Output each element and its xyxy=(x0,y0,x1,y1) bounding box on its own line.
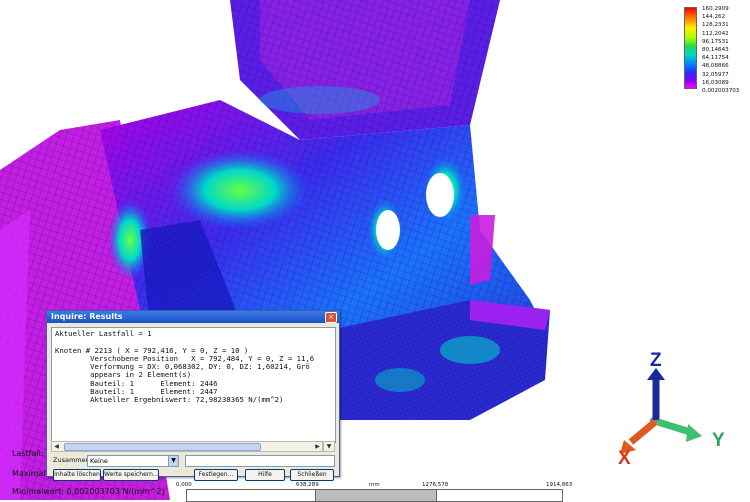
minimalwert-label: Minimalwert: 0,002003703 N/(mm^2) xyxy=(12,487,165,496)
scale-ruler-segment xyxy=(436,489,563,502)
scroll-left-icon[interactable]: ◀ xyxy=(52,442,61,451)
combine-select[interactable]: Keine ▼ xyxy=(87,455,179,467)
result-line: Aktueller Lastfall = 1 xyxy=(55,329,152,338)
scroll-right-icon[interactable]: ▶ xyxy=(313,442,322,451)
fix-button[interactable]: Festlegen... xyxy=(194,469,238,481)
scale-ruler-segment xyxy=(315,489,437,502)
close-icon[interactable]: × xyxy=(325,312,337,323)
x-axis-label: X xyxy=(618,448,631,469)
scale-ruler-segment xyxy=(186,489,316,502)
save-values-button[interactable]: Werte speichern... xyxy=(103,469,159,481)
legend-value: 16,03089 xyxy=(702,79,729,86)
close-button[interactable]: Schließen xyxy=(290,469,334,481)
dialog-title: Inquire: Results xyxy=(51,312,123,321)
ruler-tick: 1276,578 xyxy=(422,482,449,488)
legend-value: 48,08866 xyxy=(702,63,729,70)
result-line: Aktueller Ergebniswert: 72,98238365 N/(m… xyxy=(55,395,284,405)
scroll-down-icon[interactable]: ▼ xyxy=(323,441,335,452)
legend-values: 160,2909 144,262 128,2331 112,2042 96,17… xyxy=(702,5,739,95)
legend-value: 32,05977 xyxy=(702,71,729,78)
legend-value: 80,14643 xyxy=(702,47,729,54)
legend-value: 128,2331 xyxy=(702,22,729,29)
horizontal-scrollbar[interactable]: ◀ ▶ xyxy=(51,441,323,452)
ruler-unit: mm xyxy=(369,482,380,488)
y-axis-label: Y xyxy=(712,430,725,451)
legend-color-bar xyxy=(684,7,697,89)
legend-value: 144,262 xyxy=(702,14,726,21)
color-legend: 160,2909 144,262 128,2331 112,2042 96,17… xyxy=(684,6,744,94)
legend-value: 64,11754 xyxy=(702,55,729,62)
results-lines: Aktueller Lastfall = 1 Knoten # 2213 ( X… xyxy=(55,329,314,405)
help-button[interactable]: Hilfe xyxy=(245,469,285,481)
combine-select-value: Keine xyxy=(90,457,108,465)
legend-value: 112,2042 xyxy=(702,30,729,37)
chevron-down-icon[interactable]: ▼ xyxy=(168,456,178,466)
legend-value: 160,2909 xyxy=(702,6,729,12)
dialog-titlebar[interactable]: Inquire: Results × xyxy=(47,311,339,323)
lastfall-label: Lastfall: xyxy=(12,449,44,458)
ruler-tick: 1914,863 xyxy=(546,482,573,488)
ruler-tick: 0,000 xyxy=(176,482,192,488)
scrollbar-thumb[interactable] xyxy=(64,443,261,451)
combine-label: Zusammen xyxy=(53,456,90,464)
clear-contents-button[interactable]: Inhalte löschen xyxy=(53,469,101,481)
legend-value: 96,17531 xyxy=(702,38,729,45)
z-axis-label: Z xyxy=(650,350,662,371)
legend-value: 0,002003703 xyxy=(702,88,740,95)
ruler-tick: 638,289 xyxy=(296,482,319,488)
inquire-results-dialog: Inquire: Results × Aktueller Lastfall = … xyxy=(46,310,340,481)
axis-triad[interactable]: Z X Y xyxy=(606,350,746,470)
results-textarea[interactable]: Aktueller Lastfall = 1 Knoten # 2213 ( X… xyxy=(51,327,336,443)
secondary-field[interactable] xyxy=(185,455,335,467)
